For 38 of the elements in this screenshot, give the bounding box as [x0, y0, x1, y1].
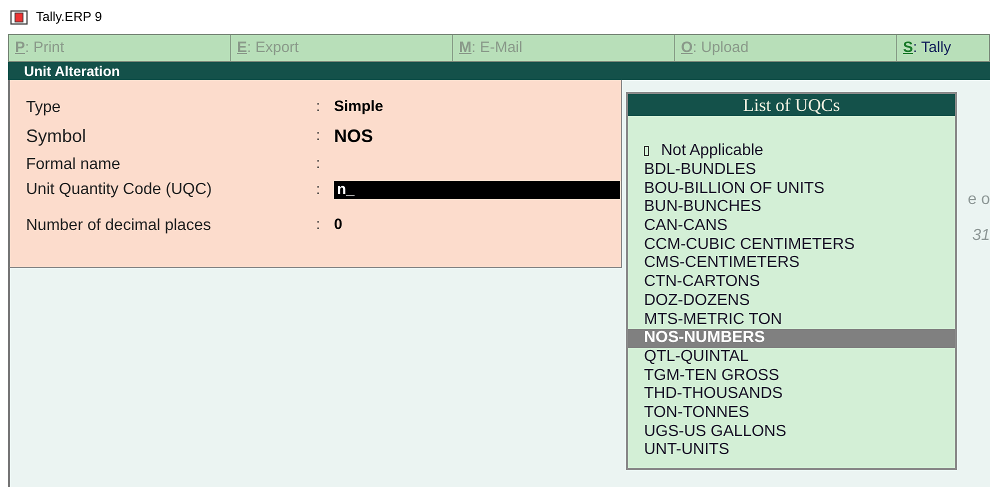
- field-label: Number of decimal places: [26, 216, 212, 236]
- field-separator: :: [316, 180, 322, 200]
- background-text: e o: [968, 190, 990, 210]
- uqc-input-field[interactable]: n_: [334, 181, 620, 199]
- window-title: Tally.ERP 9: [36, 8, 102, 26]
- list-item[interactable]: TON-TONNES: [628, 404, 955, 422]
- list-item[interactable]: DOZ-DOZENS: [628, 292, 955, 310]
- field-separator: :: [316, 215, 322, 236]
- list-title: List of UQCs: [742, 94, 840, 116]
- list-item[interactable]: THD-THOUSANDS: [628, 384, 955, 404]
- field-value: NOS: [334, 124, 374, 148]
- list-item[interactable]: Not Applicable: [628, 142, 955, 161]
- field-separator: :: [316, 154, 322, 174]
- field-separator: :: [316, 97, 322, 118]
- screen-title: Unit Alteration: [24, 62, 120, 80]
- background-text: 31: [972, 226, 990, 246]
- field-label: Formal name: [26, 154, 122, 174]
- list-item[interactable]: CTN-CARTONS: [628, 272, 955, 292]
- list-item[interactable]: BOU-BILLION OF UNITS: [628, 179, 955, 198]
- list-item[interactable]: UNT-UNITS: [628, 441, 955, 460]
- list-item[interactable]: NOS-NUMBERS: [628, 328, 955, 348]
- app-icon: [10, 10, 28, 24]
- field-label: Unit Quantity Code (UQC): [26, 180, 213, 200]
- toolbar-button[interactable]: S: Tally: [897, 35, 990, 61]
- list-item[interactable]: TGM-TEN GROSS: [628, 366, 955, 385]
- field-value: Simple: [334, 97, 384, 118]
- field-value: 0: [334, 215, 342, 236]
- list-item[interactable]: BUN-BUNCHES: [628, 198, 955, 217]
- list-item[interactable]: CCM-CUBIC CENTIMETERS: [628, 235, 955, 254]
- list-item[interactable]: UGS-US GALLONS: [628, 422, 955, 441]
- list-item[interactable]: MTS-METRIC TON: [628, 310, 955, 329]
- list-item[interactable]: QTL-QUINTAL: [628, 348, 955, 366]
- field-label: Type: [26, 98, 62, 118]
- list-item[interactable]: BDL-BUNDLES: [628, 160, 955, 180]
- list-item[interactable]: CMS-CENTIMETERS: [628, 254, 955, 273]
- field-label: Symbol: [26, 124, 88, 148]
- list-item[interactable]: CAN-CANS: [628, 216, 955, 236]
- field-separator: :: [316, 126, 322, 146]
